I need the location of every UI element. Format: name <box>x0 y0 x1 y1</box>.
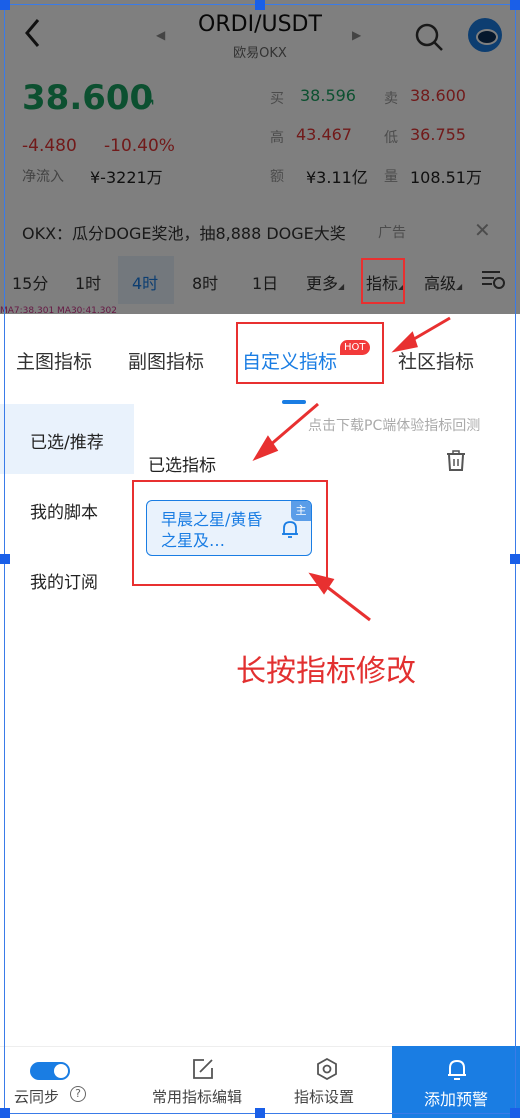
ad-tag: 广告 <box>378 225 406 241</box>
more-triangle-icon: ◢ <box>338 282 345 291</box>
timeframe-more-label: 更多 <box>306 274 339 293</box>
alert-bell-icon <box>448 1059 466 1080</box>
resize-handle[interactable] <box>510 554 520 564</box>
ad-banner-text[interactable]: OKX：瓜分DOGE奖池，抽8,888 DOGE大奖 <box>22 220 346 244</box>
ad-close-icon[interactable]: ✕ <box>474 218 491 242</box>
trash-icon[interactable] <box>446 450 466 472</box>
sell-value: 38.600 <box>410 86 466 105</box>
last-price: 38.600 <box>22 78 154 118</box>
cloud-sync-label: 云同步 <box>14 1088 60 1106</box>
annotation-box-indicator <box>361 258 405 304</box>
volume-value: 108.51万 <box>410 168 482 187</box>
trend-up-icon: ↗ <box>142 94 156 113</box>
timeframe-1d[interactable]: 1日 <box>252 270 278 294</box>
common-indicator-edit-button[interactable]: 常用指标编辑 <box>152 1086 242 1107</box>
indicator-settings-button[interactable]: 指标设置 <box>294 1086 354 1107</box>
advanced-label: 高级 <box>424 274 457 293</box>
volume-label: 量 <box>384 169 398 185</box>
price-change: -4.480 <box>22 136 77 156</box>
resize-handle[interactable] <box>0 1108 10 1118</box>
tab-underline <box>282 400 306 404</box>
cloud-sync-toggle[interactable] <box>30 1062 70 1080</box>
high-value: 43.467 <box>296 125 352 144</box>
annotation-text: 长按指标修改 <box>236 654 416 689</box>
timeframe-8h[interactable]: 8时 <box>192 270 218 294</box>
timeframe-more[interactable]: 更多◢ <box>306 270 344 294</box>
sidebar-item-selected[interactable]: 已选/推荐 <box>30 428 104 453</box>
pc-download-hint[interactable]: 点击下载PC端体验指标回测 <box>308 415 480 435</box>
help-icon[interactable]: ? <box>70 1086 86 1102</box>
market-header: ◀ ORDI/USDT ▶ 欧易OKX 38.600 ↗ -4.480 -10.… <box>0 0 520 314</box>
resize-handle[interactable] <box>0 554 10 564</box>
timeframe-1h[interactable]: 1时 <box>75 270 101 294</box>
amount-value: ¥3.11亿 <box>306 168 368 187</box>
timeframe-15m[interactable]: 15分 <box>12 270 48 294</box>
tab-main-indicator[interactable]: 主图指标 <box>16 347 92 374</box>
low-label: 低 <box>384 130 398 146</box>
sidebar-item-scripts[interactable]: 我的脚本 <box>30 498 98 523</box>
buy-label: 买 <box>270 91 284 107</box>
low-value: 36.755 <box>410 125 466 144</box>
amount-label: 额 <box>270 169 284 185</box>
price-change-pct: -10.40% <box>104 136 175 156</box>
advanced-triangle-icon: ◢ <box>456 282 463 291</box>
resize-handle[interactable] <box>255 0 265 10</box>
next-pair-button[interactable]: ▶ <box>352 28 361 42</box>
high-label: 高 <box>270 130 284 146</box>
resize-handle[interactable] <box>510 0 520 10</box>
add-alert-label: 添加预警 <box>423 1090 488 1109</box>
net-flow-label: 净流入 <box>22 169 64 185</box>
advanced-button[interactable]: 高级◢ <box>424 270 462 294</box>
selected-indicators-title: 已选指标 <box>148 456 216 476</box>
resize-handle[interactable] <box>0 0 10 10</box>
tab-sub-indicator[interactable]: 副图指标 <box>128 347 204 374</box>
annotation-box-card <box>132 480 328 586</box>
add-alert-button[interactable]: 添加预警 <box>392 1046 520 1118</box>
sell-label: 卖 <box>384 91 398 107</box>
resize-handle[interactable] <box>255 1108 265 1118</box>
sidebar-item-subscriptions[interactable]: 我的订阅 <box>30 568 98 593</box>
search-icon[interactable] <box>414 22 444 52</box>
buy-value: 38.596 <box>300 86 356 105</box>
settings-hexagon-icon[interactable] <box>316 1058 338 1080</box>
ma-legend: MA7:38.301 MA30:41.302 <box>0 306 117 314</box>
chart-settings-icon[interactable] <box>480 268 506 290</box>
resize-handle[interactable] <box>510 1108 520 1118</box>
annotation-box-custom-tab <box>236 322 384 384</box>
timeframe-4h[interactable]: 4时 <box>132 270 158 294</box>
tab-community-indicator[interactable]: 社区指标 <box>398 347 474 374</box>
edit-icon[interactable] <box>192 1058 214 1080</box>
net-flow-value: ¥-3221万 <box>90 168 163 187</box>
exchange-logo-icon[interactable] <box>468 18 502 52</box>
